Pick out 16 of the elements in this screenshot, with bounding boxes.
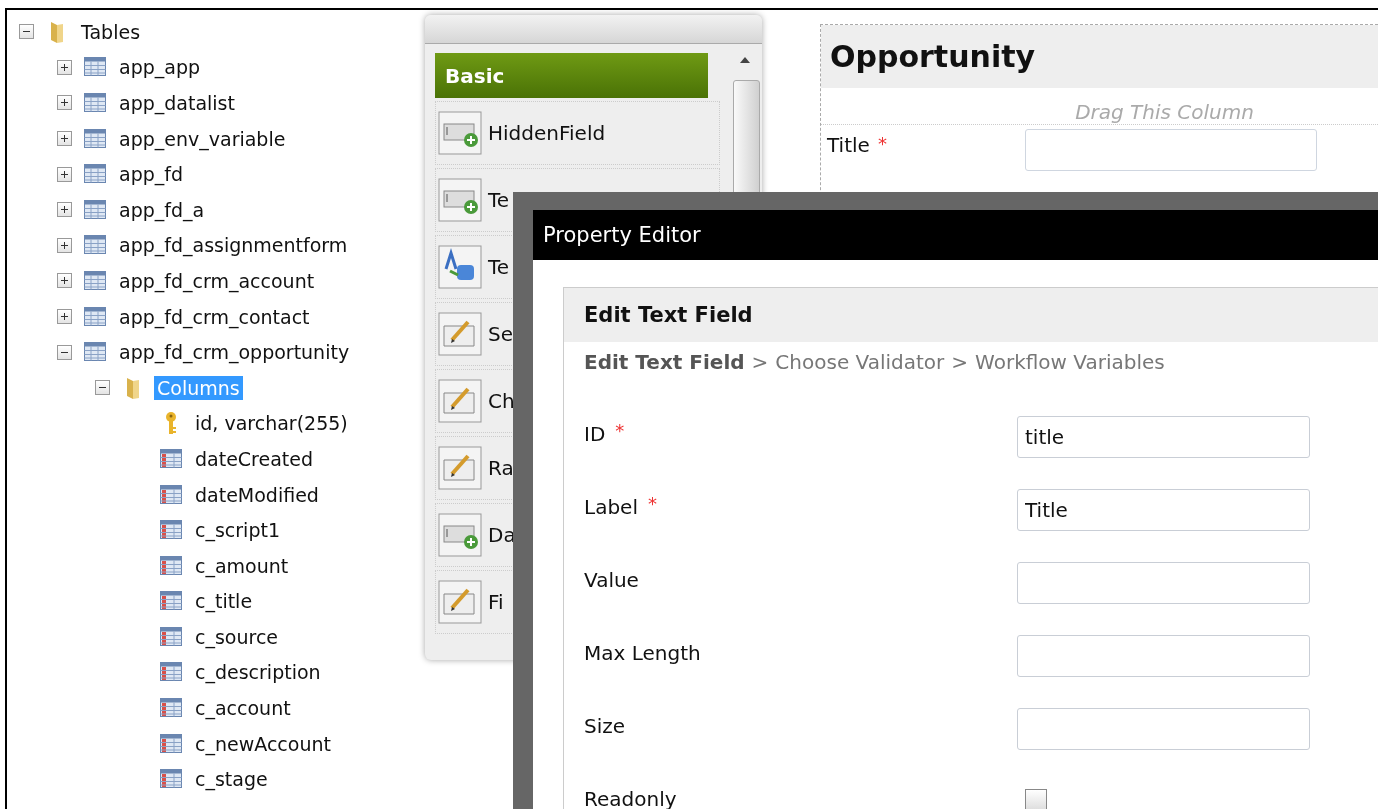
property-label: Size (584, 714, 626, 738)
breadcrumb-separator: > (951, 350, 969, 374)
property-label: Label (584, 495, 638, 519)
dialog-title: Property Editor (533, 210, 1378, 260)
breadcrumb-separator: > (751, 350, 769, 374)
section-title: Edit Text Field (564, 288, 1378, 342)
property-label: Value (584, 568, 639, 592)
field-label: Title (827, 133, 870, 157)
property-label: Max Length (584, 641, 701, 665)
palette-header: Basic (435, 53, 708, 98)
form-title: Opportunity (821, 25, 1378, 88)
property-label: ID (584, 422, 606, 446)
required-icon: * (877, 133, 887, 154)
column-hint: Drag This Column (821, 100, 1378, 125)
required-icon: * (615, 420, 625, 441)
required-icon: * (647, 493, 657, 514)
